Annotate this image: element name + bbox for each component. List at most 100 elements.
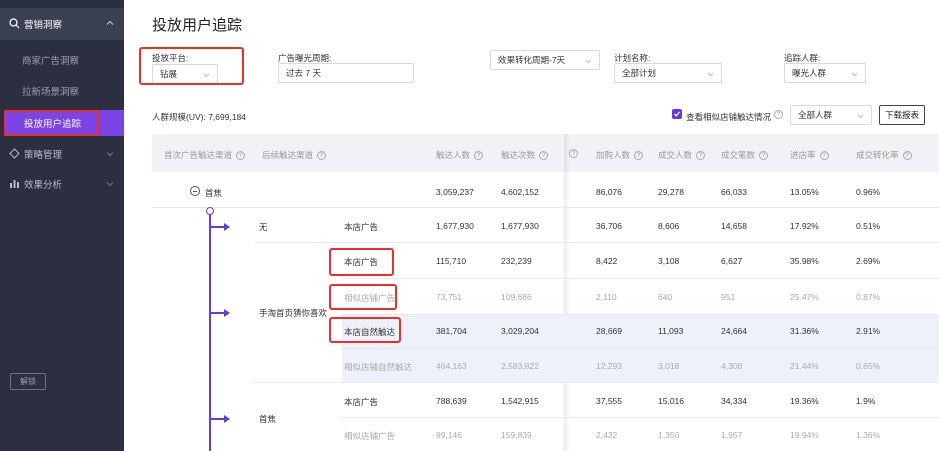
cell-reach-times: 1,677,930 [501,221,539,231]
chevron-up-icon [106,19,114,27]
help-icon[interactable]: ? [819,150,829,160]
cell-deal-orders: 66,033 [721,187,747,197]
col-first-channel: 首次广告触达渠道? [164,149,246,161]
arrow-right-icon [224,415,230,423]
cell-conversion-rate: 1.36% [856,430,881,440]
cell-deal-orders: 34,334 [721,396,747,406]
cell-visit-rate: 19.94% [790,430,819,440]
help-icon[interactable]: ? [474,150,484,160]
help-icon[interactable]: ? [759,150,769,160]
cell-reach-users: 115,710 [436,256,467,266]
row-divider [254,382,939,383]
plan-select[interactable]: 全部计划 [614,63,722,83]
cell-reach-users: 464,163 [436,361,467,371]
cell-deal-users: 1,350 [658,430,680,440]
header-label: 成交人数 [658,150,693,160]
cell-visit-rate: 35.98% [790,256,819,266]
cell-cart-users: 8,422 [596,256,618,266]
source-label: 相似店铺广告 [344,431,396,441]
cell-conversion-rate: 0.51% [856,221,881,231]
conversion-value: 效果转化周期-7天 [498,55,566,65]
help-icon[interactable]: ? [317,150,327,160]
header-label: 成交转化率 [856,150,899,160]
cell-reach-times: 159,839 [501,430,532,440]
cell-visit-rate: 19.36% [790,396,819,406]
conversion-period-select[interactable]: 效果转化周期-7天 [490,50,600,70]
sidebar: 营销洞察 商家广告洞察 拉新场景洞察 投放用户追踪 策略管理 效果分析 解锁 [0,0,124,451]
header-label: 进店率 [790,150,816,160]
cell-cart-users: 36,706 [596,221,622,231]
audience-select[interactable]: 曝光人群 [784,63,866,83]
cell-deal-orders: 1,957 [721,430,743,440]
cell-cart-users: 2,432 [596,430,618,440]
collapse-icon[interactable] [190,186,200,196]
audience-value: 曝光人群 [792,68,827,78]
col-visit-rate: 进店率? [790,149,829,161]
chevron-down-icon [851,70,858,77]
column-shadow [564,134,570,451]
help-icon[interactable]: ? [569,149,578,158]
cell-visit-rate: 31.36% [790,326,819,336]
cell-deal-orders: 4,308 [721,361,743,371]
follow-channel-label: 首焦 [259,414,277,424]
tree-arrow [210,226,224,228]
col-reach-times: 触达次数? [501,149,549,161]
download-report-button[interactable]: 下载报表 [879,105,925,125]
cell-conversion-rate: 1.9% [856,396,876,406]
search-icon [9,18,21,30]
sidebar-item-label: 商家广告洞察 [22,56,80,67]
sidebar-item-merchant-ad[interactable]: 商家广告洞察 [0,46,124,74]
help-icon[interactable]: ? [236,150,246,160]
help-icon[interactable]: ? [902,150,912,160]
first-channel-label: 首焦 [205,188,223,198]
col-follow-channel: 后续触达渠道? [262,149,327,161]
cell-reach-times: 109,686 [501,292,532,302]
tree-arrow [210,418,224,420]
highlight-box [329,284,397,310]
header-label: 成交笔数 [721,150,756,160]
crowd-select[interactable]: 全部人群 [790,105,872,125]
cell-reach-users: 3,059,237 [436,187,474,197]
cell-deal-users: 3,018 [658,361,680,371]
similar-shop-checkbox[interactable] [672,109,682,119]
cell-deal-users: 3,108 [658,256,680,266]
sidebar-item-label: 拉新场景洞察 [22,87,80,98]
highlight-box [139,47,244,85]
cell-deal-users: 11,093 [658,326,684,336]
cell-deal-users: 8,606 [658,221,680,231]
follow-channel-label: 无 [259,222,268,232]
tree-line [209,215,211,451]
help-icon[interactable]: ? [539,150,549,160]
cell-conversion-rate: 2.69% [856,256,881,266]
cell-deal-users: 640 [658,292,673,302]
row-divider [342,314,939,315]
help-icon[interactable]: ? [774,110,783,119]
highlight-box [329,317,401,343]
header-label: 触达次数 [501,150,536,160]
similar-shop-label: 查看相似店铺触达情况 [686,112,772,122]
sidebar-item-analysis[interactable]: 效果分析 [0,170,124,198]
unlock-button[interactable]: 解锁 [10,373,46,390]
cell-deal-users: 15,016 [658,396,684,406]
row-divider [342,278,939,279]
cell-visit-rate: 13.05% [790,187,819,197]
sidebar-item-strategy[interactable]: 策略管理 [0,140,124,168]
col-reach-users: 触达人数? [436,149,484,161]
sidebar-item-user-tracking[interactable]: 投放用户追踪 [4,110,100,136]
row-divider [152,207,939,208]
cell-conversion-rate: 2.91% [856,326,881,336]
col-deal-users: 成交人数? [658,149,706,161]
cell-reach-users: 381,704 [436,326,467,336]
sidebar-item-marketing-insight[interactable]: 营销洞察 [0,8,124,40]
cell-visit-rate: 21.44% [790,361,819,371]
cell-cart-users: 12,293 [596,361,622,371]
sidebar-item-acquisition[interactable]: 拉新场景洞察 [0,77,124,105]
help-icon[interactable]: ? [696,150,706,160]
cell-deal-orders: 24,664 [721,326,747,336]
sidebar-item-label: 营销洞察 [24,20,63,31]
col-conversion-rate: 成交转化率? [856,149,912,161]
chevron-down-icon [106,180,114,188]
chevron-down-icon [707,70,714,77]
period-select[interactable]: 过去 7 天 [278,63,414,83]
help-icon[interactable]: ? [634,150,644,160]
